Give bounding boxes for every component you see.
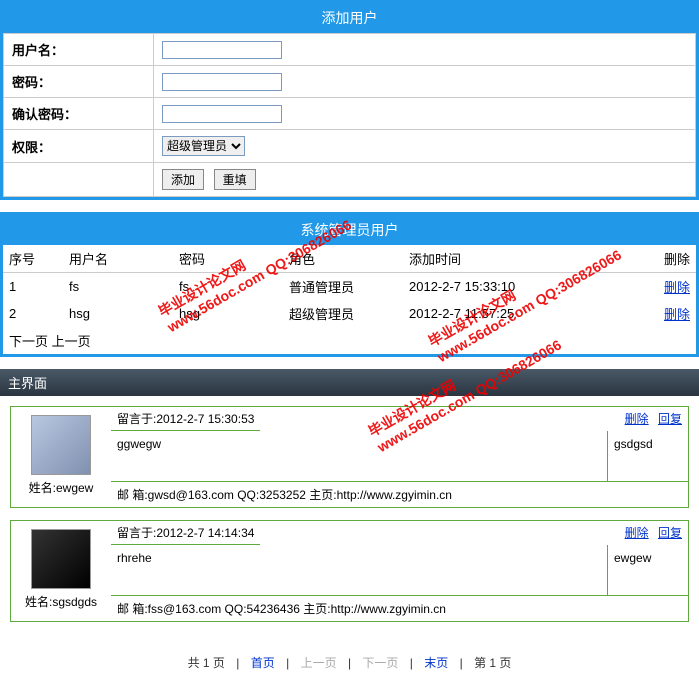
pager-row: 下一页 上一页 (3, 327, 696, 354)
message-reply-link[interactable]: 回复 (658, 412, 682, 426)
reset-button[interactable]: 重填 (214, 169, 256, 190)
role-label: 权限： (4, 130, 154, 163)
table-row: 2 hsg hsg 超级管理员 2012-2-7 11:57:25 删除 (3, 300, 696, 327)
col-role: 角色 (283, 245, 403, 273)
password-label: 密码： (4, 66, 154, 98)
avatar-image (31, 529, 91, 589)
col-delete: 删除 (646, 245, 696, 273)
message-time: 留言于:2012-2-7 14:14:34 (111, 521, 260, 545)
message-box: 姓名:ewgew 留言于:2012-2-7 15:30:53 删除 回复 ggw… (10, 406, 689, 508)
avatar-image (31, 415, 91, 475)
message-delete-link[interactable]: 删除 (625, 526, 649, 540)
password-input[interactable] (162, 73, 282, 91)
username-input[interactable] (162, 41, 282, 59)
message-footer: 邮 箱:gwsd@163.com QQ:3253252 主页:http://ww… (111, 481, 688, 507)
pager-first[interactable]: 首页 (251, 656, 275, 670)
add-user-form: 用户名： 密码： 确认密码： 权限： 超级管理员 添加 重填 (3, 33, 696, 197)
message-avatar-area: 姓名:sgsdgds (11, 521, 111, 621)
message-name: 姓名:ewgew (29, 475, 94, 496)
messages-container: 姓名:ewgew 留言于:2012-2-7 15:30:53 删除 回复 ggw… (0, 396, 699, 644)
message-footer: 邮 箱:fss@163.com QQ:54236436 主页:http://ww… (111, 595, 688, 621)
message-delete-link[interactable]: 删除 (625, 412, 649, 426)
confirm-password-input[interactable] (162, 105, 282, 123)
admin-users-title: 系统管理员用户 (3, 215, 696, 245)
username-label: 用户名： (4, 34, 154, 66)
pager-total: 共 1 页 (188, 656, 225, 670)
pager-current: 第 1 页 (474, 656, 511, 670)
pager-prev: 上一页 (301, 656, 337, 670)
col-seq: 序号 (3, 245, 63, 273)
message-reply-link[interactable]: 回复 (658, 526, 682, 540)
message-avatar-area: 姓名:ewgew (11, 407, 111, 507)
table-header-row: 序号 用户名 密码 角色 添加时间 删除 (3, 245, 696, 273)
table-row: 1 fs fs 普通管理员 2012-2-7 15:33:10 删除 (3, 273, 696, 301)
message-side: gsdgsd (608, 431, 688, 481)
role-select[interactable]: 超级管理员 (162, 136, 245, 156)
message-content: ggwegw (111, 431, 608, 481)
add-user-title: 添加用户 (3, 3, 696, 33)
message-name: 姓名:sgsdgds (25, 589, 97, 610)
main-bar: 主界面 (0, 369, 699, 396)
bottom-pager: 共 1 页 | 首页 | 上一页 | 下一页 | 末页 | 第 1 页 (0, 644, 699, 681)
col-addtime: 添加时间 (403, 245, 646, 273)
message-side: ewgew (608, 545, 688, 595)
pager-text[interactable]: 下一页 上一页 (3, 327, 696, 354)
message-time: 留言于:2012-2-7 15:30:53 (111, 407, 260, 431)
col-password: 密码 (173, 245, 283, 273)
pager-last[interactable]: 末页 (424, 656, 448, 670)
admin-users-panel: 系统管理员用户 序号 用户名 密码 角色 添加时间 删除 1 fs fs 普通管… (0, 212, 699, 357)
add-button[interactable]: 添加 (162, 169, 204, 190)
admin-users-table: 序号 用户名 密码 角色 添加时间 删除 1 fs fs 普通管理员 2012-… (3, 245, 696, 354)
confirm-password-label: 确认密码： (4, 98, 154, 130)
message-content: rhrehe (111, 545, 608, 595)
pager-next: 下一页 (362, 656, 398, 670)
delete-link[interactable]: 删除 (664, 307, 690, 322)
add-user-panel: 添加用户 用户名： 密码： 确认密码： 权限： 超级管理员 添加 重填 (0, 0, 699, 200)
message-box: 姓名:sgsdgds 留言于:2012-2-7 14:14:34 删除 回复 r… (10, 520, 689, 622)
col-username: 用户名 (63, 245, 173, 273)
delete-link[interactable]: 删除 (664, 280, 690, 295)
